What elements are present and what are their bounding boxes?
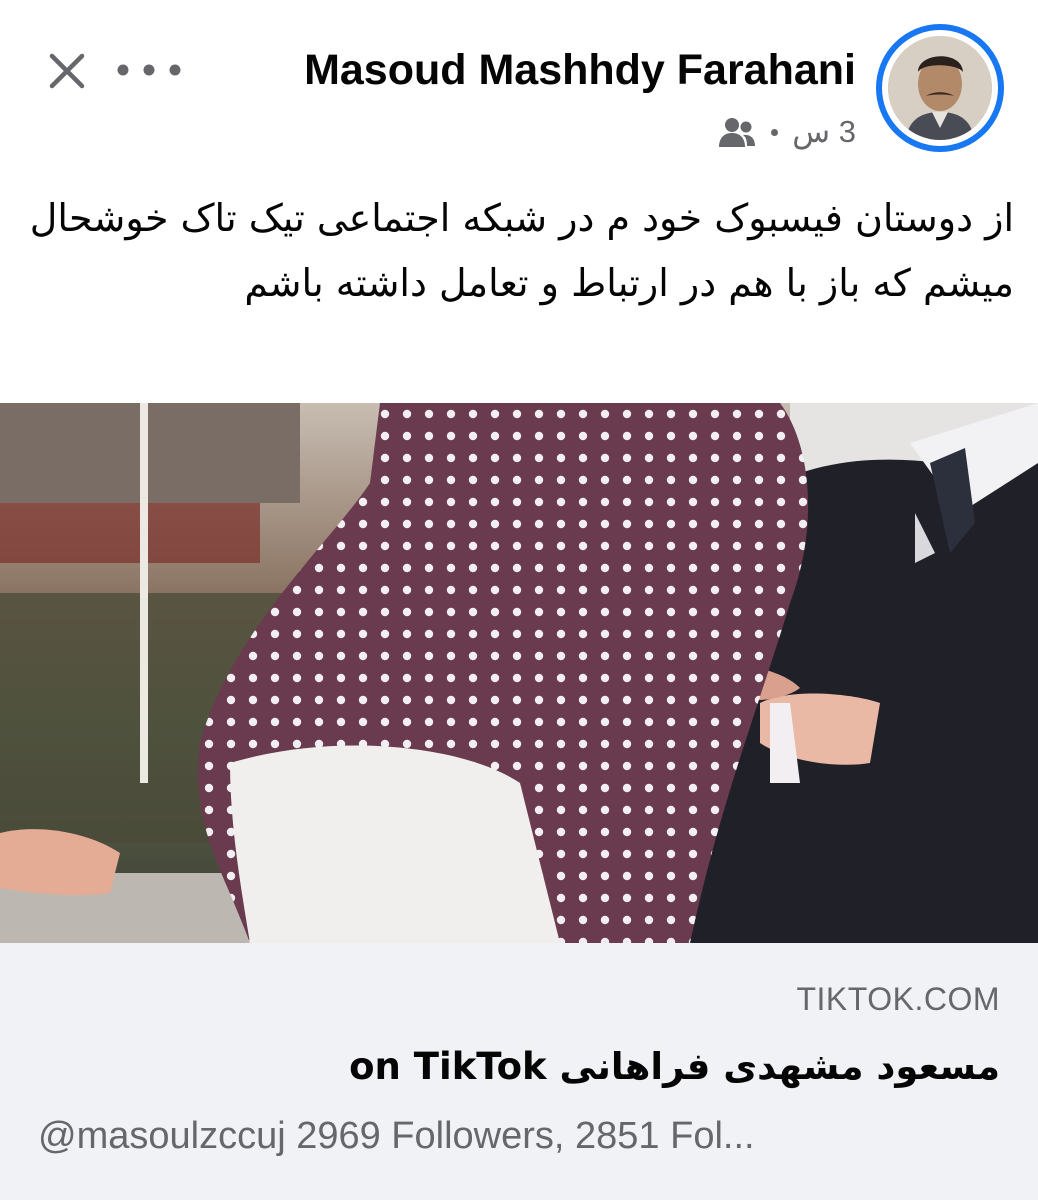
friends-icon[interactable] xyxy=(717,115,757,149)
post-header: Masoud Mashhdy Farahani 3 س xyxy=(0,0,1038,170)
close-icon xyxy=(49,53,85,89)
link-domain: TIKTOK.COM xyxy=(796,981,1000,1017)
avatar-photo xyxy=(888,36,992,140)
post-text: از دوستان فیسبوک خود م در شبکه اجتماعی ت… xyxy=(29,196,1014,305)
link-description: @masoulzccuj 2969 Followers, 2851 Fol... xyxy=(38,1115,755,1157)
post-timestamp[interactable]: 3 س xyxy=(792,114,856,150)
author-name[interactable]: Masoud Mashhdy Farahani xyxy=(304,38,856,102)
link-preview[interactable]: TIKTOK.COM مسعود مشهدی فراهانی on TikTok… xyxy=(0,943,1038,1200)
close-button[interactable] xyxy=(44,48,90,94)
author-avatar[interactable] xyxy=(876,24,1004,152)
more-options-button[interactable] xyxy=(112,50,186,90)
post-photo xyxy=(0,403,1038,943)
meta-separator xyxy=(771,128,779,136)
post-meta: 3 س xyxy=(717,110,856,154)
more-options-icon xyxy=(117,64,181,76)
post-image[interactable] xyxy=(0,403,1038,943)
link-title: مسعود مشهدی فراهانی on TikTok xyxy=(349,1045,1000,1088)
